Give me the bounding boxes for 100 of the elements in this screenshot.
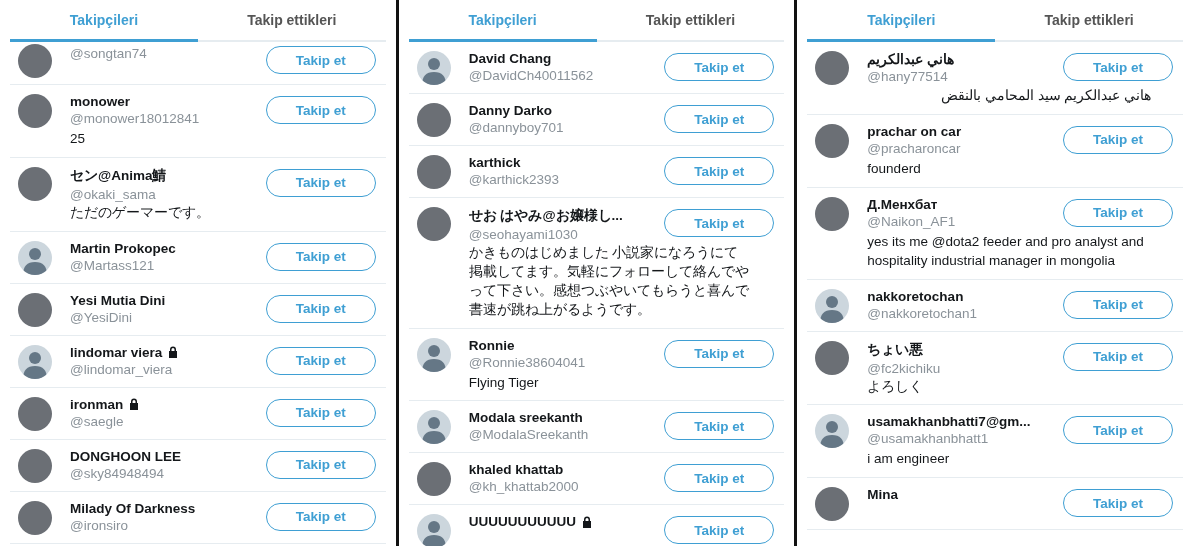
user-name: هاني عبدالكريم xyxy=(867,51,955,67)
photo-placeholder[interactable] xyxy=(18,396,52,431)
user-name: Martin Prokopec xyxy=(70,240,176,256)
user-name: prachar on car xyxy=(867,123,962,139)
follow-button[interactable]: Takip et xyxy=(265,398,376,427)
avatar[interactable] xyxy=(416,410,451,445)
user-name: lindomar viera xyxy=(70,344,163,360)
follow-button[interactable]: Takip et xyxy=(664,157,775,185)
user-name: セン@Anima鯖 xyxy=(70,166,167,185)
follow-button[interactable]: Takip et xyxy=(265,450,376,479)
follow-button[interactable]: Takip et xyxy=(1063,53,1173,81)
follow-button[interactable]: Takip et xyxy=(265,96,376,124)
follow-button[interactable]: Takip et xyxy=(1063,342,1173,371)
photo-placeholder[interactable] xyxy=(815,51,850,85)
follow-button[interactable]: Takip et xyxy=(265,242,376,271)
photo-placeholder[interactable] xyxy=(416,207,451,241)
tab[interactable]: Takipçileri xyxy=(10,0,198,42)
user-handle: @Martass121 xyxy=(70,257,156,273)
follow-button[interactable]: Takip et xyxy=(1063,416,1173,445)
user-handle: @okaki_sama xyxy=(70,186,157,202)
user-bio: founderd xyxy=(867,159,922,178)
user-bio: よろしく xyxy=(867,377,925,396)
user-bio: 25 xyxy=(70,130,87,148)
follow-button[interactable]: Takip et xyxy=(664,339,775,368)
user-name: せお はやみ@お嬢様し... xyxy=(468,207,623,225)
user-name: ironman xyxy=(70,396,124,412)
photo-placeholder[interactable] xyxy=(815,340,850,375)
follow-button[interactable]: Takip et xyxy=(265,346,376,375)
user-handle: @monower18012841 xyxy=(70,111,201,126)
user-name: khaled khattab xyxy=(468,462,564,478)
tab[interactable]: Takip ettikleri xyxy=(995,0,1184,42)
tab[interactable]: Takipçileri xyxy=(408,0,597,42)
photo-placeholder[interactable] xyxy=(18,500,52,535)
user-handle: @dannyboy701 xyxy=(468,120,565,135)
user-name: nakkoretochan xyxy=(867,288,964,304)
user-handle: @fc2kichiku xyxy=(867,360,942,376)
follow-button[interactable]: Takip et xyxy=(265,46,376,74)
avatar[interactable] xyxy=(416,514,451,546)
user-handle: @karthick2393 xyxy=(468,172,560,187)
user-name: UUUUUUUUUUU xyxy=(468,514,576,530)
user-name: Mina xyxy=(867,487,899,503)
lock-icon xyxy=(128,398,141,411)
user-bio: yes its me @dota2 feeder and pro analyst and hospitality industrial manager in mongolia xyxy=(867,232,1145,270)
tab[interactable]: Takip ettikleri xyxy=(596,0,785,42)
follow-button[interactable]: Takip et xyxy=(265,502,376,531)
avatar[interactable] xyxy=(416,51,451,85)
user-handle: @YesiDini xyxy=(70,309,133,325)
photo-placeholder[interactable] xyxy=(815,123,850,158)
follow-button[interactable]: Takip et xyxy=(664,464,775,493)
follow-button[interactable]: Takip et xyxy=(1063,198,1173,227)
user-handle: @DavidCh40011562 xyxy=(468,68,595,83)
tab[interactable]: Takip ettikleri xyxy=(197,0,386,42)
photo-placeholder[interactable] xyxy=(815,487,850,522)
lock-icon xyxy=(580,515,593,528)
user-name: ちょい悪 xyxy=(867,340,924,359)
user-name: monower xyxy=(70,94,130,109)
follow-button[interactable]: Takip et xyxy=(1063,125,1173,154)
tab[interactable]: Takipçileri xyxy=(807,0,996,42)
photo-placeholder[interactable] xyxy=(18,44,52,78)
photo-placeholder[interactable] xyxy=(416,103,451,137)
user-bio: ただのゲーマーです。 xyxy=(70,203,211,222)
user-handle: @seohayami1030 xyxy=(468,227,579,242)
follow-button[interactable]: Takip et xyxy=(664,209,775,237)
user-handle: @sky84948494 xyxy=(70,465,166,481)
avatar[interactable] xyxy=(416,337,451,372)
user-bio: هاني عبدالكريم سيد المحامي بالنقض xyxy=(940,87,1151,106)
follow-button[interactable]: Takip et xyxy=(664,516,775,545)
avatar[interactable] xyxy=(18,344,52,379)
user-handle: @Ronnie38604041 xyxy=(468,354,587,370)
user-handle: @songtan74 xyxy=(70,46,148,61)
user-handle: @saegle xyxy=(70,413,125,429)
user-name: Д.Менхбат xyxy=(867,196,938,212)
follow-button[interactable]: Takip et xyxy=(265,168,376,197)
follow-button[interactable]: Takip et xyxy=(664,105,775,133)
follow-button[interactable]: Takip et xyxy=(664,412,775,441)
user-handle: @kh_khattab2000 xyxy=(468,479,580,495)
follow-button[interactable]: Takip et xyxy=(1063,290,1173,319)
photo-placeholder[interactable] xyxy=(416,462,451,497)
user-name: David Chang xyxy=(468,51,552,66)
user-handle: @nakkoretochan1 xyxy=(867,305,979,321)
avatar[interactable] xyxy=(815,414,850,449)
photo-placeholder[interactable] xyxy=(18,292,52,327)
user-name: Yesi Mutia Dini xyxy=(70,292,166,308)
photo-placeholder[interactable] xyxy=(18,166,52,201)
follow-button[interactable]: Takip et xyxy=(664,53,775,81)
user-bio: かきものはじめました 小説家になろうにて掲載してます。気軽にフォローして絡んでやって下さい。感想つぶやいてもらうと喜んで書速が跳ね上がるようです。 xyxy=(468,244,750,319)
photo-placeholder[interactable] xyxy=(815,196,850,231)
user-bio: Flying Tiger xyxy=(468,373,540,392)
photo-placeholder[interactable] xyxy=(18,94,52,128)
photo-placeholder[interactable] xyxy=(18,448,52,483)
avatar[interactable] xyxy=(18,240,52,275)
follow-button[interactable]: Takip et xyxy=(265,294,376,323)
user-name: Ronnie xyxy=(468,337,515,353)
lock-icon xyxy=(167,346,180,359)
photo-placeholder[interactable] xyxy=(416,155,451,189)
user-name: Milady Of Darkness xyxy=(70,500,196,516)
avatar[interactable] xyxy=(815,288,850,323)
user-name: karthick xyxy=(468,155,521,170)
follow-button[interactable]: Takip et xyxy=(1063,489,1173,518)
user-name: Danny Darko xyxy=(468,103,552,118)
